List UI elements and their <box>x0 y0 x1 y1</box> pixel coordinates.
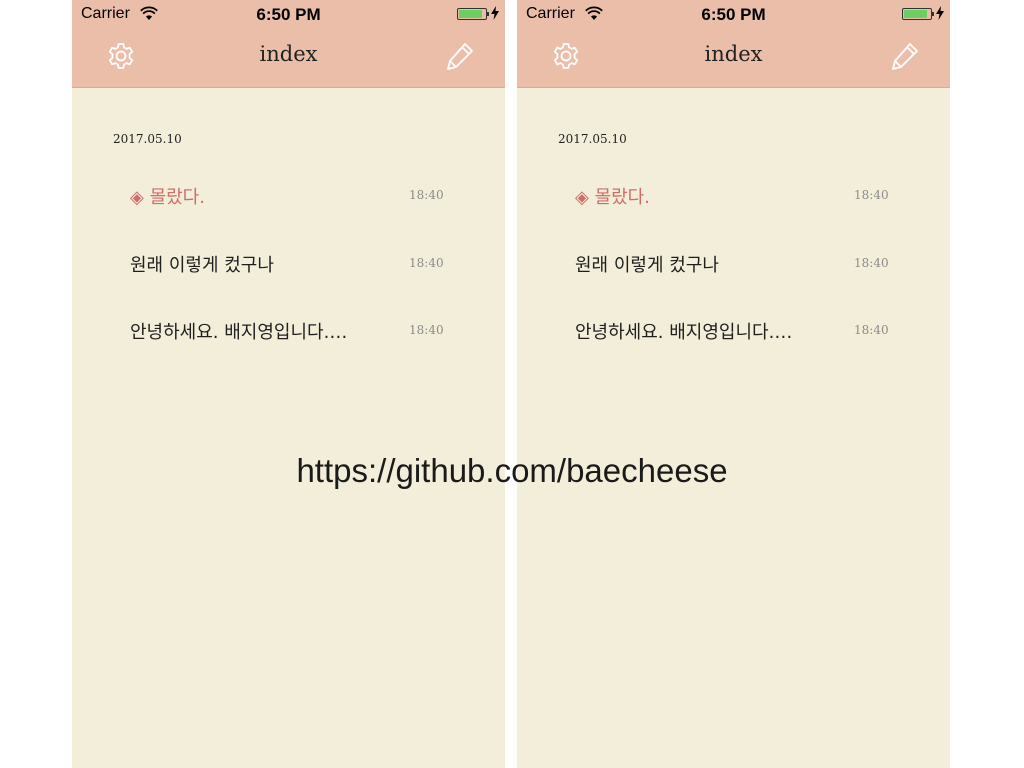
note-title: 원래 이렇게 컸구나 <box>575 255 719 276</box>
note-time: 18:40 <box>854 323 889 337</box>
page-title: index <box>259 42 318 66</box>
list-item[interactable]: ◈ 몰랐다. 18:40 <box>130 174 444 214</box>
battery-level <box>459 10 483 18</box>
note-time: 18:40 <box>409 323 444 337</box>
navigation-bar: index <box>517 28 950 88</box>
list-item[interactable]: 안녕하세요. 배지영입니다.… 18:40 <box>130 309 444 349</box>
page-title: index <box>704 42 763 66</box>
note-time: 18:40 <box>409 256 444 270</box>
note-time: 18:40 <box>409 188 444 202</box>
pencil-icon[interactable] <box>890 41 920 71</box>
note-title: 안녕하세요. 배지영입니다.… <box>575 322 793 343</box>
charging-bolt-icon <box>491 6 499 20</box>
list-item[interactable]: 원래 이렇게 컸구나 18:40 <box>575 242 889 282</box>
date-header: 2017.05.10 <box>558 132 627 146</box>
status-bar: Carrier 6:50 PM <box>72 0 505 28</box>
charging-bolt-icon <box>936 6 944 20</box>
battery-level <box>904 10 928 18</box>
date-header: 2017.05.10 <box>113 132 182 146</box>
clock: 6:50 PM <box>256 5 321 24</box>
phone-screen-left: Carrier 6:50 PM index 2017.05.10 ◈ 몰랐다. … <box>72 0 505 768</box>
battery-icon <box>457 8 489 20</box>
note-time: 18:40 <box>854 256 889 270</box>
note-title: ◈ 몰랐다. <box>575 187 650 208</box>
battery-icon <box>902 8 934 20</box>
phone-screen-right: Carrier 6:50 PM index 2017.05.10 ◈ 몰랐다. … <box>517 0 950 768</box>
status-bar: Carrier 6:50 PM <box>517 0 950 28</box>
note-title: ◈ 몰랐다. <box>130 187 205 208</box>
note-time: 18:40 <box>854 188 889 202</box>
url-caption: https://github.com/baecheese <box>296 452 728 489</box>
clock: 6:50 PM <box>701 5 766 24</box>
list-item[interactable]: 안녕하세요. 배지영입니다.… 18:40 <box>575 309 889 349</box>
navigation-bar: index <box>72 28 505 88</box>
note-title: 안녕하세요. 배지영입니다.… <box>130 322 348 343</box>
pencil-icon[interactable] <box>445 41 475 71</box>
list-item[interactable]: ◈ 몰랐다. 18:40 <box>575 174 889 214</box>
list-item[interactable]: 원래 이렇게 컸구나 18:40 <box>130 242 444 282</box>
note-title: 원래 이렇게 컸구나 <box>130 255 274 276</box>
